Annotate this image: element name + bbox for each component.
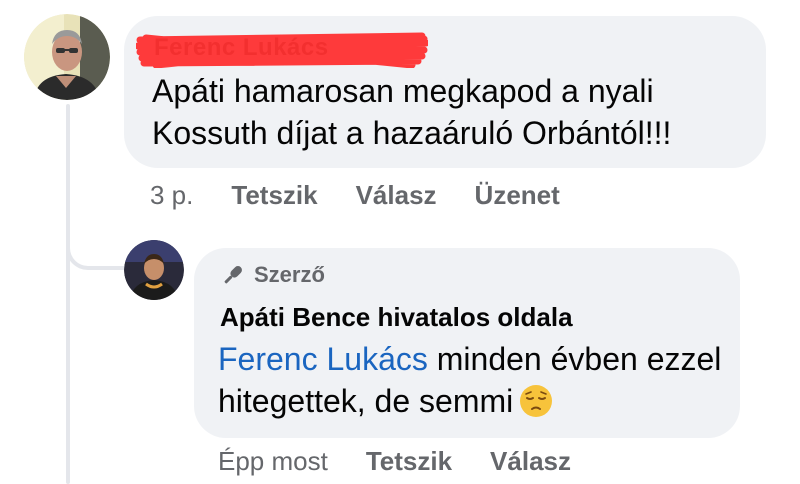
reply-reply-button[interactable]: Válasz <box>490 446 571 477</box>
microphone-icon <box>224 266 242 284</box>
reply-actions: Épp most Tetszik Válasz <box>218 446 609 477</box>
comment-text: Apáti hamarosan megkapod a nyali Kossuth… <box>152 73 672 151</box>
like-button[interactable]: Tetszik <box>231 180 317 211</box>
author-badge: Szerző <box>220 262 325 288</box>
author-badge-label: Szerző <box>254 262 325 287</box>
reply-text: Ferenc Lukács minden évben ezzel hiteget… <box>218 338 728 428</box>
page-avatar[interactable] <box>124 240 184 300</box>
comment-actions: 3 p. Tetszik Válasz Üzenet <box>150 180 598 211</box>
redaction-scribble <box>134 30 430 69</box>
comment-timestamp[interactable]: 3 p. <box>150 180 193 211</box>
reply-like-button[interactable]: Tetszik <box>366 446 452 477</box>
reply-timestamp[interactable]: Épp most <box>218 446 328 477</box>
message-button[interactable]: Üzenet <box>475 180 560 211</box>
commenter-avatar[interactable] <box>24 14 110 100</box>
mention-link[interactable]: Ferenc Lukács <box>218 341 428 377</box>
pensive-face-icon <box>519 384 553 428</box>
reply-button[interactable]: Válasz <box>356 180 437 211</box>
reply-author-name[interactable]: Apáti Bence hivatalos oldala <box>220 302 573 333</box>
reply-connector-line <box>66 224 124 270</box>
thread-line <box>66 104 70 484</box>
